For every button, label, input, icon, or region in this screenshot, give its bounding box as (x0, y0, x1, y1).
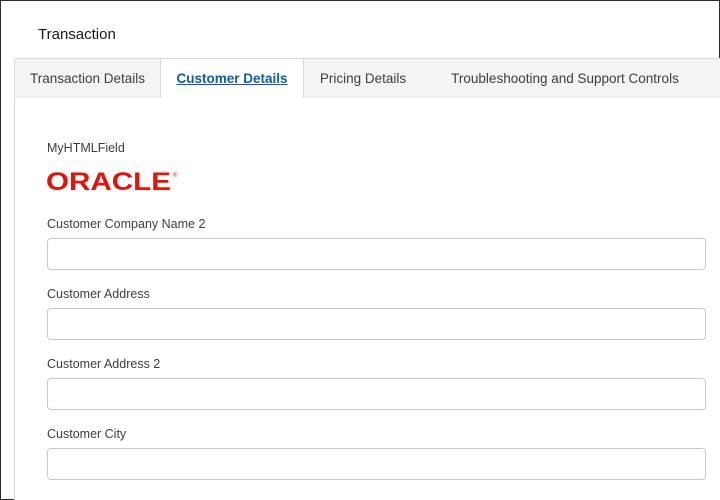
customer-company-name-2-input[interactable] (47, 238, 706, 270)
customer-city-label: Customer City (47, 427, 127, 441)
tab-troubleshooting-support[interactable]: Troubleshooting and Support Controls (425, 59, 705, 99)
tab-label: Customer Details (176, 71, 288, 86)
customer-address-2-label: Customer Address 2 (47, 357, 161, 371)
customer-company-name-2-label: Customer Company Name 2 (47, 217, 206, 231)
tab-bar: Transaction Details Customer Details Pri… (14, 58, 720, 100)
card-title: Transaction (38, 26, 116, 43)
tab-transaction-details[interactable]: Transaction Details (15, 59, 161, 99)
oracle-logo: ORACLE ® (46, 168, 178, 194)
tab-pricing-details[interactable]: Pricing Details (305, 59, 421, 99)
customer-address-label: Customer Address (47, 287, 150, 301)
customer-address-2-input[interactable] (47, 378, 706, 410)
customer-address-input[interactable] (47, 308, 706, 340)
oracle-logo-text: ORACLE (46, 168, 171, 194)
tab-customer-details[interactable]: Customer Details (161, 59, 304, 100)
tab-label: Pricing Details (319, 71, 407, 86)
tab-label: Transaction Details (29, 71, 146, 86)
tab-label: Troubleshooting and Support Controls (451, 71, 679, 86)
customer-city-input[interactable] (47, 448, 706, 480)
registered-mark: ® (173, 172, 178, 179)
html-field-label: MyHTMLField (47, 141, 125, 155)
